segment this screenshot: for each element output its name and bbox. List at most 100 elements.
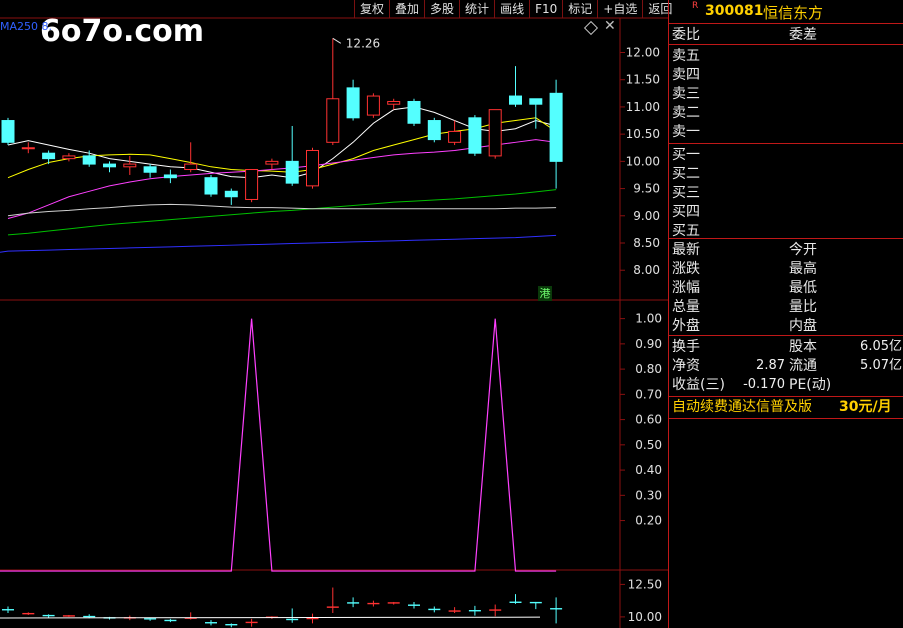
toolbar-button-3[interactable]: 统计 bbox=[459, 0, 494, 18]
candle-body-3 bbox=[62, 155, 76, 160]
stat-right-label-2: 最低 bbox=[789, 280, 817, 296]
price-tick-label-6: 11.00 bbox=[626, 100, 660, 114]
candle-body-20 bbox=[407, 100, 421, 124]
quote-panel: R 300081 恒信东方 委比 委差 卖五 卖四 卖三 卖二 卖一 买一 买二 买三 买四买… bbox=[668, 0, 903, 628]
liutong-label: 流通 bbox=[789, 358, 817, 374]
sell-level-label-0: 卖五 bbox=[672, 48, 700, 64]
signal-tick-label-8: 1.00 bbox=[635, 312, 662, 326]
stat-left-label-1: 涨跌 bbox=[672, 261, 700, 277]
signal-line bbox=[0, 318, 557, 572]
stock-flag: R bbox=[692, 1, 699, 11]
stat-left-label-3: 总量 bbox=[672, 299, 700, 315]
candle-body-10 bbox=[204, 177, 218, 195]
candle-body-0 bbox=[1, 120, 15, 143]
huanshou-label: 换手 bbox=[672, 339, 700, 355]
high-marker-arrow bbox=[332, 37, 342, 44]
jingzi-value: 2.87 bbox=[756, 358, 785, 373]
toolbar-button-2[interactable]: 多股 bbox=[424, 0, 459, 18]
ma-line-ma60 bbox=[7, 189, 557, 236]
stat-right-label-4: 内盘 bbox=[789, 318, 817, 334]
weibi-label: 委比 bbox=[672, 27, 700, 43]
promo-price[interactable]: 30元/月 bbox=[839, 398, 892, 416]
price-tick-label-0: 8.00 bbox=[633, 263, 660, 277]
candle-body-7 bbox=[143, 166, 157, 173]
ma-line-ma120 bbox=[7, 203, 557, 217]
kline-chart-area[interactable]: 8.00 8.50 9.00 9.50 10.00 10.50 11.00 11.50 12.0… bbox=[0, 0, 668, 628]
buy-level-label-2: 买三 bbox=[672, 185, 700, 201]
candle-body-25 bbox=[509, 95, 522, 105]
guben-value: 6.05亿 bbox=[860, 339, 902, 354]
sell-level-label-2: 卖三 bbox=[672, 86, 700, 102]
buy-level-label-3: 买四 bbox=[672, 204, 700, 220]
stat-left-label-4: 外盘 bbox=[672, 318, 700, 334]
candle-body-9 bbox=[184, 163, 198, 171]
candle-body-19 bbox=[387, 100, 401, 105]
sell-level-label-3: 卖二 bbox=[672, 105, 700, 121]
candle-body-11 bbox=[224, 190, 238, 198]
toolbar-button-4[interactable]: 画线 bbox=[494, 0, 529, 18]
sell-level-label-4: 卖一 bbox=[672, 124, 700, 140]
hk-badge[interactable]: 港 bbox=[538, 286, 552, 301]
stat-left-label-2: 涨幅 bbox=[672, 280, 700, 296]
candle-body-1 bbox=[21, 147, 35, 150]
mini-ma-line bbox=[0, 616, 541, 619]
candle-body-2 bbox=[42, 152, 56, 160]
price-tick-label-8: 12.00 bbox=[626, 45, 660, 59]
liutong-value: 5.07亿 bbox=[860, 358, 902, 373]
signal-tick-label-6: 0.80 bbox=[635, 362, 662, 376]
high-price-label: 12.26 bbox=[346, 36, 380, 50]
candle-body-14 bbox=[285, 160, 299, 184]
sell-level-label-1: 卖四 bbox=[672, 67, 700, 83]
mini-tick-label-0: 10.00 bbox=[628, 610, 662, 624]
toolbar-button-7[interactable]: +自选 bbox=[597, 0, 642, 18]
candle-body-13 bbox=[265, 160, 279, 165]
candle-body-5 bbox=[103, 163, 116, 168]
guben-label: 股本 bbox=[789, 339, 817, 355]
signal-tick-label-5: 0.70 bbox=[635, 387, 662, 401]
signal-tick-label-7: 0.90 bbox=[635, 337, 662, 351]
candle-body-6 bbox=[123, 163, 137, 168]
stock-code: 300081 bbox=[705, 3, 764, 19]
shouyi-label: 收益(三) bbox=[672, 377, 725, 393]
toolbar-button-0[interactable]: 复权 bbox=[354, 0, 389, 18]
stat-left-label-0: 最新 bbox=[672, 242, 700, 258]
price-tick-label-3: 9.50 bbox=[633, 182, 660, 196]
candle-body-22 bbox=[448, 130, 462, 143]
candle-body-8 bbox=[163, 174, 177, 179]
candle-body-24 bbox=[488, 109, 502, 157]
candle-body-4 bbox=[82, 155, 96, 165]
weicha-label: 委差 bbox=[789, 27, 817, 43]
promo-text[interactable]: 自动续费通达信普及版 bbox=[672, 398, 812, 416]
candle-body-17 bbox=[346, 87, 360, 119]
buy-level-label-1: 买二 bbox=[672, 166, 700, 182]
close-icon[interactable]: ✕ bbox=[604, 18, 616, 34]
shouyi-value: -0.170 bbox=[743, 377, 785, 392]
price-tick-label-7: 11.50 bbox=[626, 73, 660, 87]
price-tick-label-2: 9.00 bbox=[633, 209, 660, 223]
stat-right-label-1: 最高 bbox=[789, 261, 817, 277]
signal-tick-label-4: 0.60 bbox=[635, 413, 662, 427]
signal-tick-label-0: 0.20 bbox=[635, 514, 662, 528]
candle-body-18 bbox=[366, 95, 380, 116]
candle-body-27 bbox=[549, 92, 563, 162]
signal-tick-label-1: 0.30 bbox=[635, 488, 662, 502]
candle-body-26 bbox=[529, 98, 543, 105]
ma-line-ma250 bbox=[0, 234, 557, 253]
candle-body-15 bbox=[306, 149, 319, 187]
indicator-label: MA250 8. bbox=[0, 20, 53, 33]
toolbar: 复权 叠加 多股 统计 画线 F10 标记 +自选 返回 bbox=[354, 0, 677, 18]
price-tick-label-4: 10.00 bbox=[626, 154, 660, 168]
toolbar-button-6[interactable]: 标记 bbox=[562, 0, 597, 18]
signal-tick-label-3: 0.50 bbox=[635, 438, 662, 452]
stock-name: 恒信东方 bbox=[763, 4, 824, 22]
price-tick-label-5: 10.50 bbox=[626, 127, 660, 141]
toolbar-button-5[interactable]: F10 bbox=[529, 0, 562, 18]
stat-right-label-0: 今开 bbox=[789, 242, 817, 258]
signal-tick-label-2: 0.40 bbox=[635, 463, 662, 477]
candle-body-23 bbox=[468, 117, 482, 154]
mini-tick-label-1: 12.50 bbox=[628, 577, 662, 591]
toolbar-button-1[interactable]: 叠加 bbox=[389, 0, 424, 18]
candle-body-21 bbox=[427, 120, 441, 141]
buy-level-label-0: 买一 bbox=[672, 147, 700, 163]
candle-body-12 bbox=[245, 169, 259, 200]
